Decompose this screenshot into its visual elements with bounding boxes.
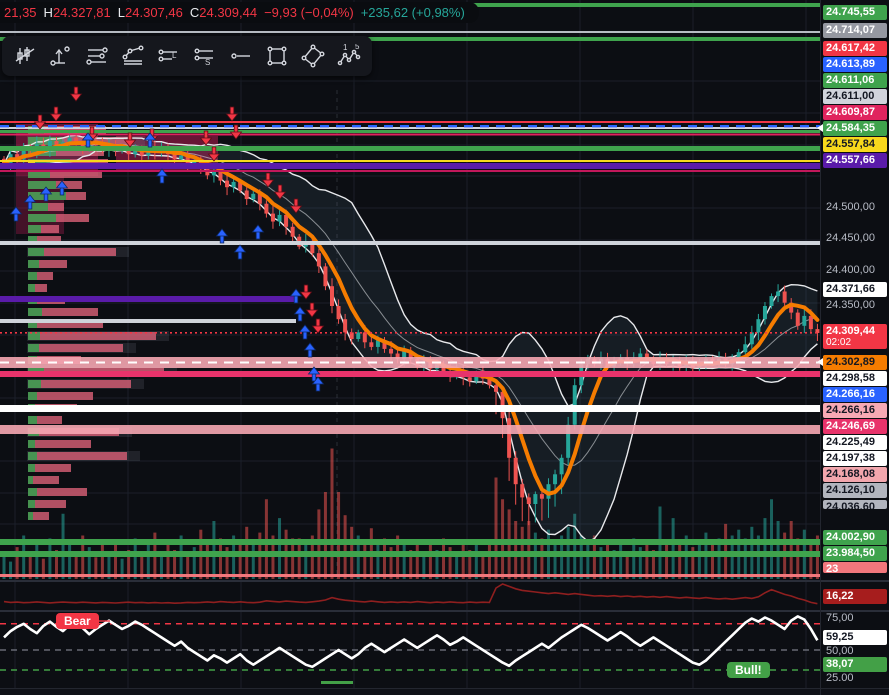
svg-text:L: L [172,51,177,60]
svg-text:1: 1 [343,44,348,52]
price-label: 24.611,00 [823,89,887,104]
pane-divider[interactable] [0,610,889,612]
parallel-lines-tool[interactable] [80,39,114,73]
price-label: 24.036,60 [823,500,887,509]
current-price-label: 24.309,4402:02 [823,324,887,349]
price-pointer-icon [817,358,823,366]
price-label: 24.266,16 [823,403,887,418]
elliott-wave-tool[interactable]: 15 [332,39,366,73]
trading-chart-app: 24.745,5524.714,0724.617,4224.613,8924.6… [0,0,889,695]
price-label: 24.246,69 [823,419,887,434]
rectangle-tool[interactable] [260,39,294,73]
change-session: +235,62 (+0,98%) [361,5,465,20]
elliott-wave-icon: 15 [337,44,361,68]
rectangle-icon [265,44,289,68]
close-value: C24.309,44 [190,5,257,20]
time-axis[interactable] [0,688,889,695]
low-value: L24.307,46 [118,5,183,20]
atr-pane [4,584,817,604]
parallel-lines-icon [85,44,109,68]
orange-ma [4,143,817,494]
price-pointer-icon [817,124,823,132]
price-label: 24.002,90 [823,530,887,545]
short-position-tool[interactable]: S [188,39,222,73]
drawing-toolbar: L S [2,36,372,76]
long-position-tool[interactable]: L [152,39,186,73]
open-value: 21,35 [4,5,37,20]
price-axis[interactable]: 24.745,5524.714,0724.617,4224.613,8924.6… [820,0,889,695]
bull-signal-bubble: Bull! [727,662,770,678]
price-label: 24.450,00 [823,231,887,246]
price-label: 24.371,66 [823,282,887,297]
ohlc-legend: 21,35 H24.327,81 L24.307,46 C24.309,44 −… [0,2,479,23]
price-label: 24.613,89 [823,57,887,72]
price-label: 38,07 [823,657,887,672]
svg-text:S: S [205,58,210,67]
price-label: 24.584,35 [823,121,887,136]
bear-signal-bubble: Bear [56,613,99,629]
rotated-rectangle-icon [301,44,325,68]
price-label: 23 [823,562,887,573]
price-label: 24.168,08 [823,467,887,482]
price-label: 24.266,16 [823,387,887,402]
short-position-icon: S [193,44,217,68]
price-label: 75,00 [823,611,887,626]
price-label: 24.745,55 [823,5,887,20]
trend-arrow-icon [49,44,73,68]
bars-pattern-icon [13,44,37,68]
price-label: 24.400,00 [823,263,887,278]
high-value: H24.327,81 [44,5,111,20]
price-label: 24.557,66 [823,153,887,168]
price-label: 24.557,84 [823,137,887,152]
price-label: 24.225,49 [823,435,887,450]
horizontal-ray-icon [229,44,253,68]
price-label: 24.302,89 [823,355,887,370]
horizontal-ray-tool[interactable] [224,39,258,73]
svg-text:5: 5 [355,44,360,51]
price-label: 24.298,58 [823,371,887,386]
price-label: 24.617,42 [823,41,887,56]
price-label: 16,22 [823,589,887,604]
price-label: 23.984,50 [823,546,887,561]
rotated-rectangle-tool[interactable] [296,39,330,73]
price-label: 24.609,87 [823,105,887,120]
change-points: −9,93 (−0,04%) [264,5,354,20]
pane-divider[interactable] [0,580,889,582]
price-label: 59,25 [823,630,887,645]
volume-bars [3,449,819,580]
disjoint-channel-icon [121,44,145,68]
price-label: 25.00 [823,671,887,686]
price-label: 24.611,06 [823,73,887,88]
price-label: 24.350,00 [823,298,887,313]
price-label: 24.714,07 [823,23,887,38]
chart-canvas[interactable] [0,0,889,695]
rsi-pane [0,616,820,684]
price-label: 24.197,38 [823,451,887,466]
bars-pattern-tool[interactable] [8,39,42,73]
disjoint-channel-tool[interactable] [116,39,150,73]
price-label: 24.126,10 [823,483,887,498]
long-position-icon: L [157,44,181,68]
price-label: 24.500,00 [823,200,887,215]
trend-arrow-tool[interactable] [44,39,78,73]
level-lines [0,3,820,577]
